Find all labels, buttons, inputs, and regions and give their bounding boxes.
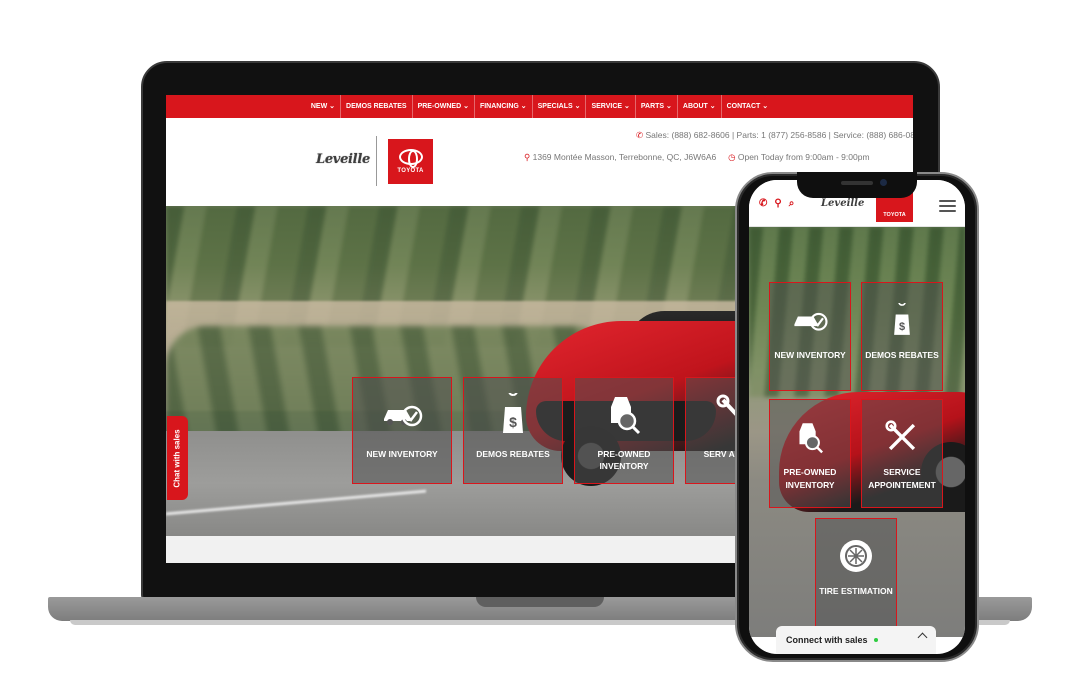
location-pin-icon: ⚲ <box>524 152 531 162</box>
toyota-logo[interactable]: TOYOTA <box>388 139 433 184</box>
nav-demos-rebates[interactable]: DEMOS REBATES <box>341 95 413 118</box>
search-icon[interactable]: ⌕ <box>789 198 795 209</box>
address-text[interactable]: 1369 Montée Masson, Terrebonne, QC, J6W6… <box>533 152 717 162</box>
tile-demos-rebates[interactable]: $ DEMOS REBATES <box>463 377 563 484</box>
tile-demos-rebates-label: DEMOS REBATES <box>476 449 550 459</box>
tile-pre-owned-label: PRE-OWNED INVENTORY <box>783 467 837 490</box>
phone-numbers[interactable]: ✆ Sales: (888) 682-8606 | Parts: 1 (877)… <box>636 130 913 141</box>
tile-pre-owned-inventory[interactable]: PRE-OWNED INVENTORY <box>574 377 674 484</box>
tools-icon <box>885 420 919 454</box>
laptop-notch <box>476 597 604 607</box>
tile-pre-owned-label: PRE-OWNED INVENTORY <box>597 449 651 471</box>
nav-new[interactable]: NEW ⌄ <box>306 95 342 118</box>
mockup-stage: NEW ⌄ DEMOS REBATES PRE-OWNED ⌄ FINANCIN… <box>0 0 1080 686</box>
main-nav: NEW ⌄ DEMOS REBATES PRE-OWNED ⌄ FINANCIN… <box>166 95 913 118</box>
tile-tire-estimation-label: TIRE ESTIMATION <box>819 586 893 596</box>
phone-numbers-text: Sales: (888) 682-8606 | Parts: 1 (877) 2… <box>645 130 914 140</box>
tile-demos-rebates-label: DEMOS REBATES <box>865 350 939 360</box>
tile-service-label: SERVICE APPOINTEMENT <box>868 467 936 490</box>
nav-about[interactable]: ABOUT ⌄ <box>678 95 722 118</box>
mobile-hero: NEW INVENTORY $ DEMOS REBATES PRE-OWNED … <box>749 227 965 637</box>
price-tag-icon: $ <box>499 393 527 434</box>
nav-specials[interactable]: SPECIALS ⌄ <box>533 95 587 118</box>
tile-service-appointment[interactable]: SERVICE APPOINTEMENT <box>861 399 943 508</box>
nav-service[interactable]: SERVICE ⌄ <box>586 95 636 118</box>
mobile-quick-icons: ✆ ⚲ ⌕ <box>759 198 794 209</box>
phone-icon: ✆ <box>636 130 644 140</box>
camera-icon <box>880 179 887 186</box>
price-tag-icon: $ <box>891 303 913 337</box>
hamburger-menu-icon[interactable] <box>939 200 956 215</box>
nav-pre-owned[interactable]: PRE-OWNED ⌄ <box>413 95 475 118</box>
tile-new-inventory-label: NEW INVENTORY <box>774 350 846 360</box>
connect-with-sales-widget[interactable]: Connect with sales <box>776 626 936 654</box>
tile-pre-owned-inventory[interactable]: PRE-OWNED INVENTORY <box>769 399 851 508</box>
car-search-icon <box>607 394 641 435</box>
chevron-up-icon[interactable] <box>917 632 928 643</box>
car-check-icon <box>380 394 424 434</box>
tile-tire-estimation[interactable]: TIRE ESTIMATION <box>815 518 897 627</box>
toyota-logo-text: TOYOTA <box>397 168 424 174</box>
chat-with-sales-tab[interactable]: Chat with sales <box>167 416 188 500</box>
online-status-dot <box>873 638 878 642</box>
tile-new-inventory[interactable]: NEW INVENTORY <box>769 282 851 391</box>
connect-with-sales-label: Connect with sales <box>786 635 868 645</box>
tile-new-inventory-label: NEW INVENTORY <box>366 449 438 459</box>
nav-financing[interactable]: FINANCING ⌄ <box>475 95 533 118</box>
tile-demos-rebates[interactable]: $ DEMOS REBATES <box>861 282 943 391</box>
svg-text:$: $ <box>899 321 905 333</box>
chat-tab-label: Chat with sales <box>173 428 182 488</box>
toyota-logo-text: TOYOTA <box>883 212 906 218</box>
phone-icon[interactable]: ✆ <box>759 198 767 209</box>
nav-parts[interactable]: PARTS ⌄ <box>636 95 678 118</box>
clock-icon: ◷ <box>728 152 736 162</box>
car-check-icon <box>790 303 830 337</box>
dealer-logo[interactable]: Leveille <box>316 152 370 167</box>
mobile-website: ✆ ⚲ ⌕ Leveille TOYOTA NEW INVENTORY $ DE… <box>749 180 965 654</box>
tile-new-inventory[interactable]: NEW INVENTORY <box>352 377 452 484</box>
logo-divider <box>376 136 377 186</box>
car-search-icon <box>796 420 824 454</box>
svg-text:$: $ <box>509 414 517 430</box>
tire-icon <box>839 539 873 573</box>
nav-contact[interactable]: CONTACT ⌄ <box>722 95 774 118</box>
phone-speaker <box>841 181 873 185</box>
hours-text: Open Today from 9:00am - 9:00pm <box>737 152 870 162</box>
toyota-emblem-icon <box>398 149 423 168</box>
dealer-logo[interactable]: Leveille <box>821 198 864 209</box>
location-pin-icon[interactable]: ⚲ <box>774 198 781 209</box>
address-hours: ⚲ 1369 Montée Masson, Terrebonne, QC, J6… <box>524 152 870 163</box>
phone-notch <box>797 172 917 198</box>
